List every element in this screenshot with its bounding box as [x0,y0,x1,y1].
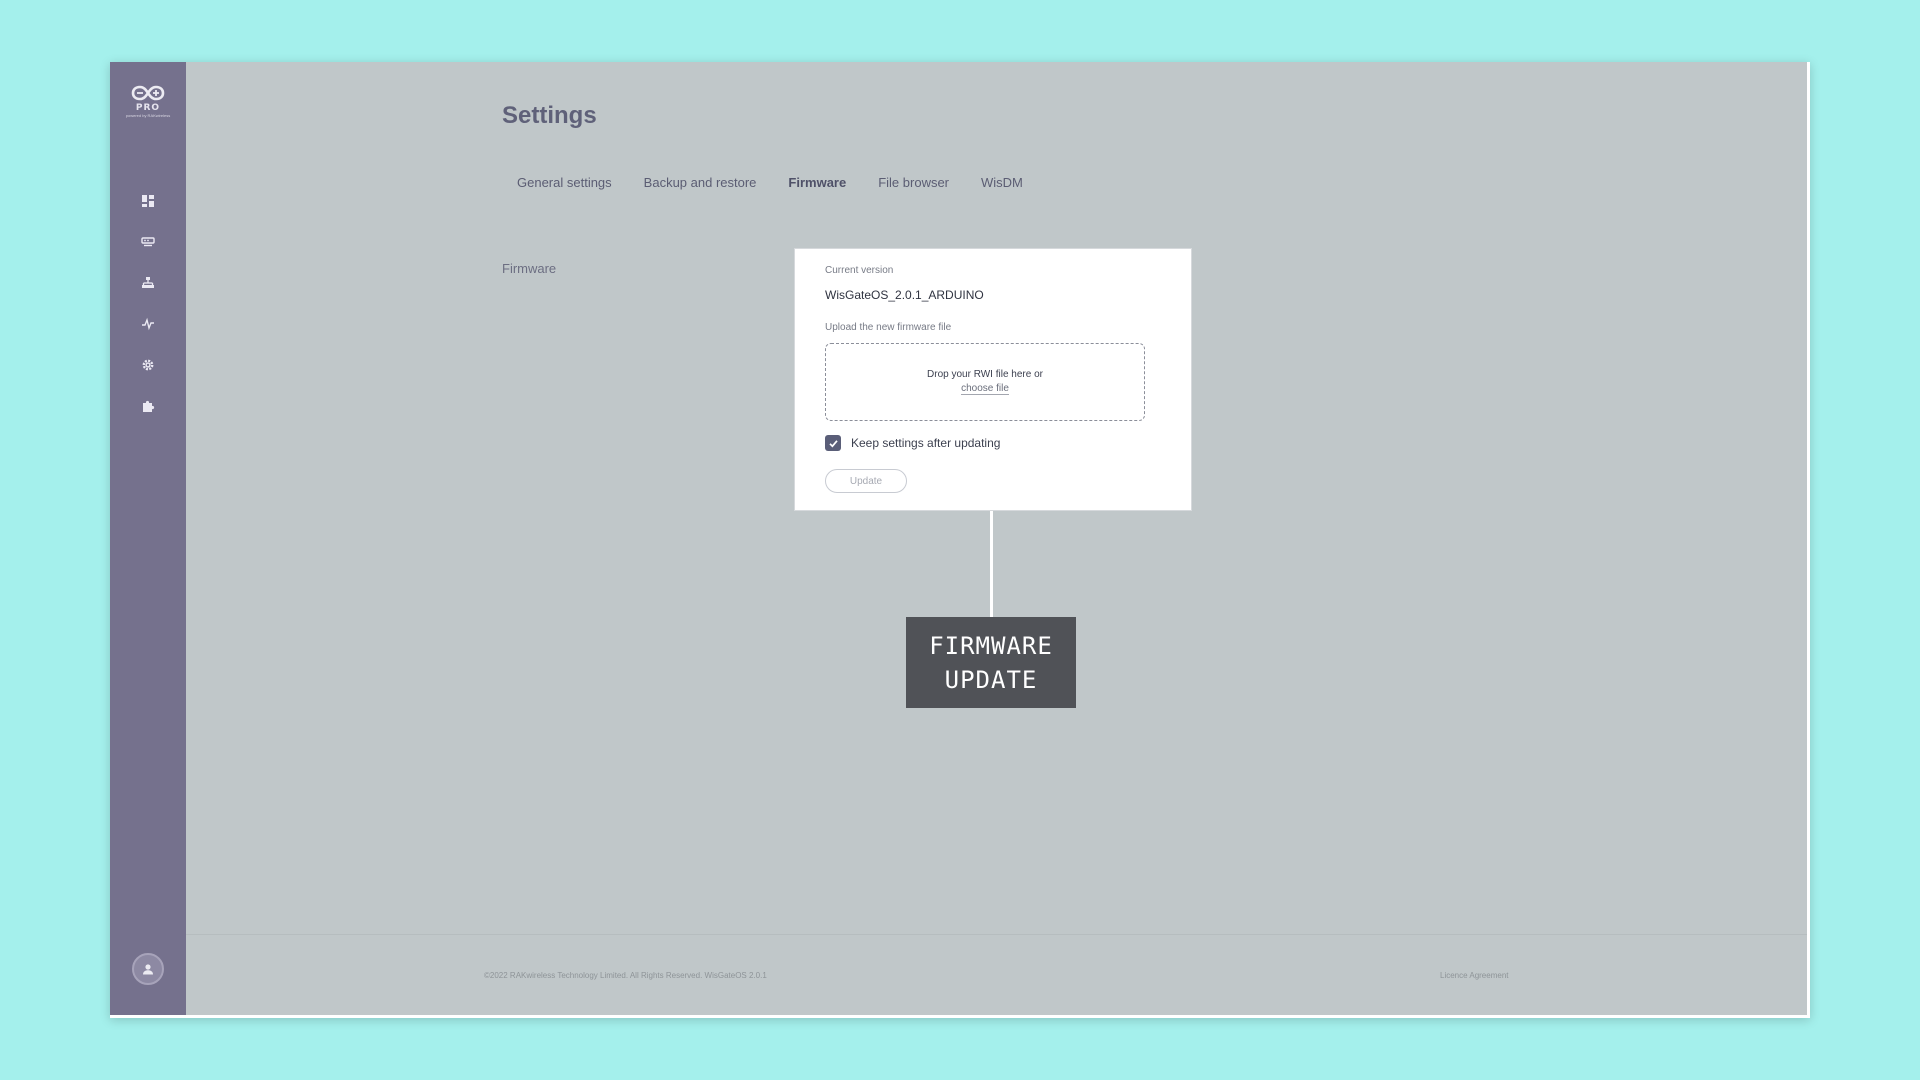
footer-divider [186,934,1807,935]
activity-icon [142,317,154,330]
logo-pro-text: PRO [135,103,161,113]
firmware-update-callout: FIRMWARE UPDATE [906,617,1076,708]
callout-line-1: FIRMWARE [929,631,1053,660]
current-version-value: WisGateOS_2.0.1_ARDUINO [825,288,984,302]
network-icon [142,276,154,288]
sidebar-item-dashboard[interactable] [110,180,186,221]
keep-settings-checkbox[interactable] [825,435,841,451]
dropzone-text: Drop your RWI file here or [927,369,1043,380]
dashboard-icon [142,194,154,207]
profile-button[interactable] [132,953,164,985]
sidebar-item-gateway[interactable] [110,221,186,262]
tab-general-settings[interactable]: General settings [517,175,612,190]
update-button[interactable]: Update [825,469,907,493]
firmware-dropzone[interactable]: Drop your RWI file here or choose file [825,343,1145,421]
logo-tagline: powered by RAKwireless [125,113,171,118]
current-version-label: Current version [825,265,894,276]
tab-file-browser[interactable]: File browser [878,175,949,190]
choose-file-link[interactable]: choose file [961,383,1009,395]
keep-settings-option[interactable]: Keep settings after updating [825,435,1000,451]
firmware-card: Current version WisGateOS_2.0.1_ARDUINO … [794,248,1192,511]
sidebar-item-network[interactable] [110,262,186,303]
gear-icon [142,359,154,370]
keep-settings-label: Keep settings after updating [851,436,1001,450]
puzzle-icon [143,400,155,412]
sidebar: PRO powered by RAKwireless [110,62,186,1015]
check-icon [828,439,838,447]
settings-tabs: General settings Backup and restore Firm… [517,175,1055,190]
callout-line-2: UPDATE [944,665,1038,694]
app-window: PRO powered by RAKwireless Settings Gene… [110,62,1810,1018]
firmware-section-label: Firmware [502,261,557,276]
user-icon [143,964,153,975]
sidebar-item-extensions[interactable] [110,385,186,426]
sidebar-nav [110,180,186,426]
sidebar-item-activity[interactable] [110,303,186,344]
gateway-icon [141,236,155,246]
page-title: Settings [502,102,597,129]
upload-firmware-label: Upload the new firmware file [825,322,952,333]
callout-connector [990,511,993,617]
logo: PRO powered by RAKwireless [110,84,186,136]
footer-copyright: ©2022 RAKwireless Technology Limited. Al… [484,971,767,980]
infinity-logo-icon [131,85,165,101]
tab-backup-and-restore[interactable]: Backup and restore [644,175,757,190]
licence-agreement-link[interactable]: Licence Agreement [1440,971,1509,980]
sidebar-item-settings[interactable] [110,344,186,385]
tab-firmware[interactable]: Firmware [788,175,846,190]
tab-wisdm[interactable]: WisDM [981,175,1023,190]
